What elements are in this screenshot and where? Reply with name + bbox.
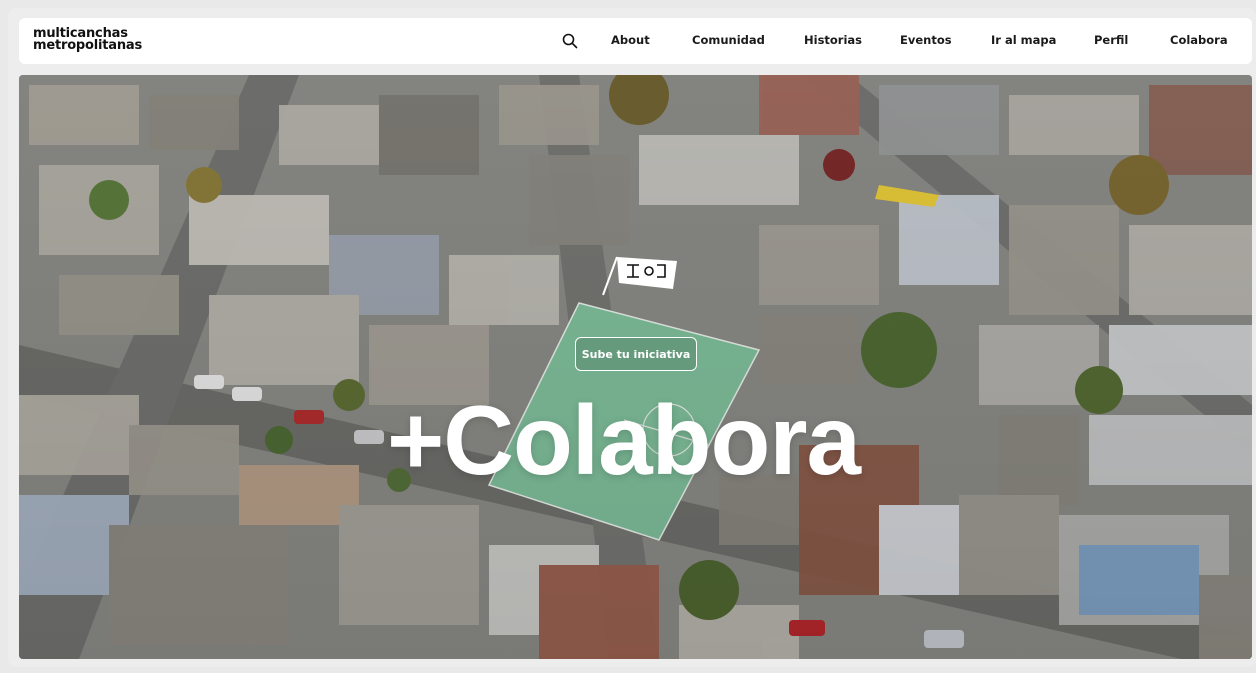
nav-item-colabora[interactable]: Colabora xyxy=(1170,33,1228,47)
top-navbar: multicanchas metropolitanas About Comuni… xyxy=(19,18,1252,64)
flag-icon xyxy=(602,256,677,296)
nav-item-eventos[interactable]: Eventos xyxy=(900,33,952,47)
nav-item-historias[interactable]: Historias xyxy=(804,33,862,47)
site-logo[interactable]: multicanchas metropolitanas xyxy=(33,27,143,53)
logo-line-2: metropolitanas xyxy=(33,38,143,53)
hero-headline: +Colabora xyxy=(387,385,861,495)
search-icon[interactable] xyxy=(562,33,578,49)
nav-item-comunidad[interactable]: Comunidad xyxy=(692,33,765,47)
nav-item-ir-al-mapa[interactable]: Ir al mapa xyxy=(991,33,1056,47)
submit-initiative-button[interactable]: Sube tu iniciativa xyxy=(575,337,697,371)
nav-item-about[interactable]: About xyxy=(611,33,650,47)
hero-section: Sube tu iniciativa +Colabora xyxy=(19,75,1252,659)
nav-item-perfil[interactable]: Perfil xyxy=(1094,33,1128,47)
